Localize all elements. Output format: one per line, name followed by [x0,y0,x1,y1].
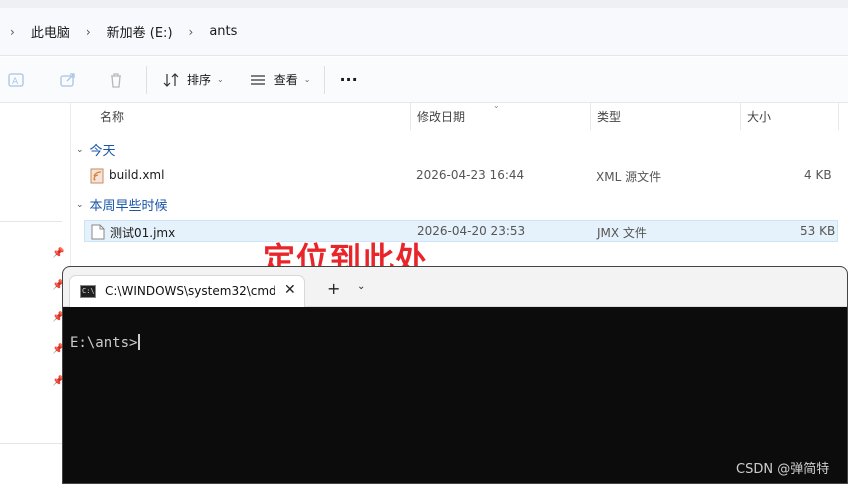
view-icon [248,70,268,90]
chevron-right-icon: › [10,24,15,39]
svg-text:A: A [12,77,19,87]
new-tab-button[interactable]: + [327,279,340,298]
group-label: 今天 [89,144,116,159]
file-date: 2026-04-20 23:53 [417,224,526,238]
title-strip [0,0,848,8]
group-header-earlier-this-week[interactable]: ⌄ 本周早些时候 [76,195,168,214]
toolbar-divider [146,65,147,94]
terminal-window: C:\ C:\WINDOWS\system32\cmd.exe ✕ + ⌄ E:… [62,266,848,484]
file-name: build.xml [109,168,165,182]
nav-divider [0,221,62,222]
rename-icon[interactable]: A [6,70,26,90]
column-header-date-label: 修改日期 [417,110,466,124]
chevron-down-icon: ⌄ [76,199,84,210]
sort-indicator-icon: ⌄ [493,101,500,110]
column-header-row: 名称 ⌄ 修改日期 类型 大小 [71,101,848,130]
view-label: 查看 [273,73,298,87]
xml-file-icon [90,168,104,184]
sort-label: 排序 [187,73,212,87]
column-header-type[interactable]: 类型 [591,103,741,130]
column-header-size[interactable]: 大小 [741,103,839,130]
breadcrumb-item-this-pc[interactable]: 此电脑 [25,22,76,41]
terminal-tab[interactable]: C:\ C:\WINDOWS\system32\cmd.exe ✕ [69,275,305,308]
toolbar-divider [324,65,326,94]
file-date: 2026-04-23 16:44 [416,168,525,182]
pin-icon[interactable]: 📌 [52,248,64,260]
file-type: JMX 文件 [597,226,647,240]
tab-dropdown-button[interactable]: ⌄ [357,281,365,292]
breadcrumb: › 此电脑 › 新加卷 (E:) › ants [0,8,848,56]
chevron-down-icon: ⌄ [76,144,84,155]
column-header-name[interactable]: 名称 [71,103,411,130]
view-button[interactable]: 查看 ⌄ [248,70,311,90]
delete-icon[interactable] [106,70,126,90]
terminal-titlebar: C:\ C:\WINDOWS\system32\cmd.exe ✕ + ⌄ [63,267,847,308]
file-row[interactable]: build.xml 2026-04-23 16:44 XML 源文件 4 KB [84,165,838,187]
prompt-text: E:\ants> [70,335,138,351]
file-icon [91,224,105,240]
command-bar: A 排序 ⌄ 查看 ⌄ ··· [0,57,848,103]
group-label: 本周早些时候 [89,199,168,214]
watermark: CSDN @弹简特 [736,462,830,477]
command-prompt[interactable]: E:\ants> [70,334,141,351]
breadcrumb-item-ants[interactable]: ants [203,24,243,39]
cmd-icon: C:\ [80,285,96,298]
file-type: XML 源文件 [596,170,662,184]
chevron-right-icon: › [85,24,91,39]
more-options-button[interactable]: ··· [339,70,357,89]
file-size: 4 KB [804,168,832,182]
share-icon[interactable] [58,70,78,90]
column-header-date[interactable]: ⌄ 修改日期 [411,101,591,130]
navigation-pane: 📌 📌 📌 📌 📌 [0,103,64,484]
sort-button[interactable]: 排序 ⌄ [161,70,224,90]
file-name: 测试01.jmx [110,226,176,240]
terminal-tab-title: C:\WINDOWS\system32\cmd.exe [105,284,275,298]
chevron-down-icon: ⌄ [303,75,311,84]
close-tab-button[interactable]: ✕ [284,282,296,298]
chevron-right-icon: › [188,24,194,39]
file-size: 53 KB [800,224,836,238]
file-row-selected[interactable]: 测试01.jmx 2026-04-20 23:53 JMX 文件 53 KB [84,220,838,242]
text-cursor [138,334,141,350]
terminal-output[interactable]: E:\ants> [63,307,847,483]
nav-divider [0,443,62,444]
breadcrumb-item-drive-e[interactable]: 新加卷 (E:) [101,22,179,41]
sort-icon [161,70,181,90]
group-header-today[interactable]: ⌄ 今天 [76,140,116,159]
chevron-down-icon: ⌄ [217,75,224,84]
